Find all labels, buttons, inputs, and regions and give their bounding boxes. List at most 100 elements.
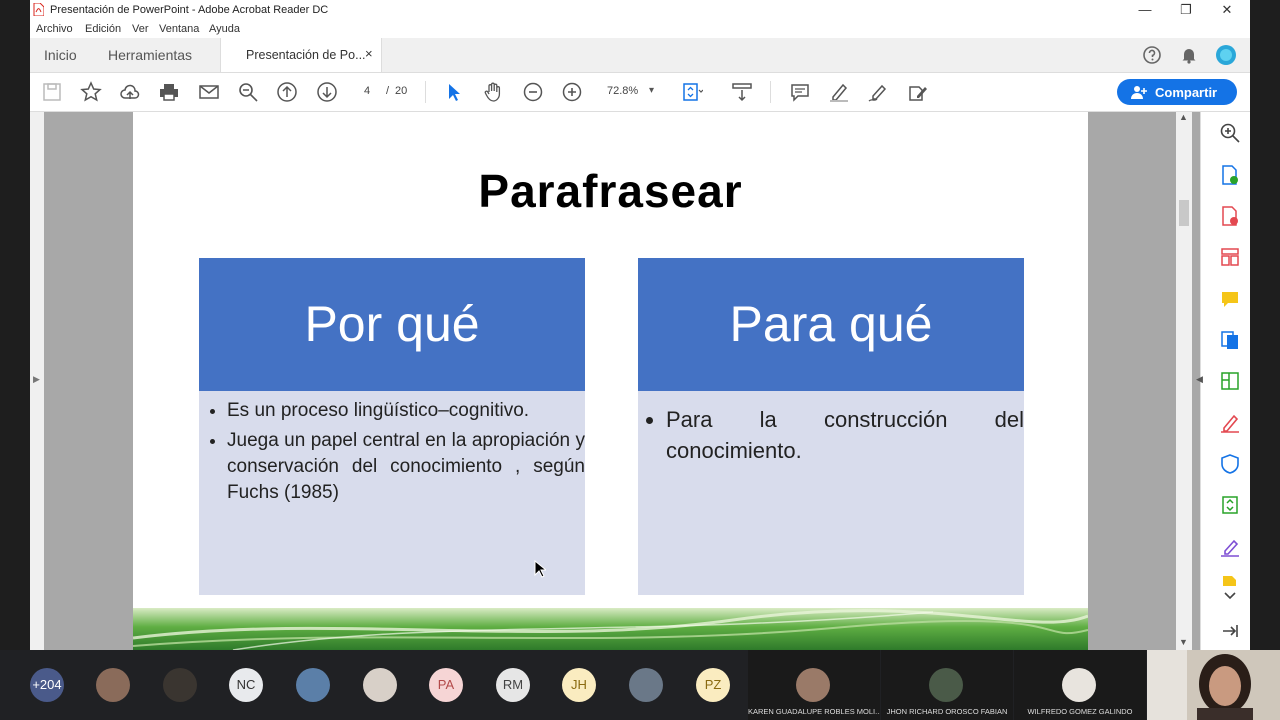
- chevron-down-icon[interactable]: [1219, 590, 1241, 602]
- search-icon[interactable]: [237, 81, 259, 103]
- avatar[interactable]: RM: [496, 668, 530, 702]
- page-number-input[interactable]: 4: [364, 85, 370, 97]
- toolbar: 4 / 20 72.8% ▾ Compartir: [30, 73, 1250, 112]
- participant-name: JHON RICHARD OROSCO FABIAN: [886, 707, 1008, 716]
- menu-archivo[interactable]: Archivo: [36, 23, 73, 35]
- request-signature-icon[interactable]: [1219, 536, 1241, 558]
- avatar[interactable]: [363, 668, 397, 702]
- highlight-pen-icon[interactable]: [828, 81, 850, 103]
- menu-edicion[interactable]: Edición: [85, 23, 121, 35]
- email-icon[interactable]: [198, 81, 220, 103]
- restore-button[interactable]: ❐: [1171, 1, 1201, 19]
- page-separator: /: [386, 85, 390, 97]
- zoom-level-select[interactable]: 72.8%: [607, 85, 638, 97]
- tab-close-button[interactable]: ×: [365, 46, 373, 61]
- share-button[interactable]: Compartir: [1117, 79, 1237, 105]
- collapse-right-pane-icon[interactable]: [1219, 620, 1241, 642]
- scroll-mode-icon[interactable]: [731, 81, 753, 103]
- combine-files-icon[interactable]: [1219, 329, 1241, 351]
- avatar: [929, 668, 963, 702]
- fill-and-sign-icon[interactable]: [1219, 412, 1241, 434]
- select-cursor-icon[interactable]: [443, 81, 465, 103]
- menu-ver[interactable]: Ver: [132, 23, 149, 35]
- fit-page-icon[interactable]: [681, 81, 704, 103]
- next-page-icon[interactable]: [316, 81, 338, 103]
- tab-home[interactable]: Inicio: [44, 47, 77, 63]
- edit-pdf-icon[interactable]: [1219, 370, 1241, 392]
- left-nav-pane[interactable]: ▶: [30, 112, 44, 650]
- participant-tile[interactable]: WILFREDO GOMEZ GALINDO: [1014, 650, 1146, 720]
- comment-icon[interactable]: [789, 81, 811, 103]
- protect-shield-icon[interactable]: [1219, 453, 1241, 475]
- account-avatar-icon[interactable]: [1215, 44, 1237, 66]
- organize-pages-icon[interactable]: [1219, 246, 1241, 268]
- participant-tile[interactable]: JHON RICHARD OROSCO FABIAN: [881, 650, 1013, 720]
- help-icon[interactable]: [1142, 45, 1162, 65]
- vertical-scrollbar[interactable]: ▲ ▼: [1176, 112, 1192, 650]
- scroll-up-icon[interactable]: ▲: [1179, 112, 1188, 122]
- slide-page: Parafrasear Por qué Es un proceso lingüí…: [133, 112, 1088, 650]
- hand-tool-icon[interactable]: [482, 81, 504, 103]
- cloud-upload-icon[interactable]: [119, 81, 141, 103]
- more-tools-icon[interactable]: [1219, 574, 1241, 586]
- zoom-search-icon[interactable]: [1219, 122, 1241, 144]
- zoom-in-icon[interactable]: [561, 81, 583, 103]
- compress-pdf-icon[interactable]: [1219, 494, 1241, 516]
- list-item: Juega un papel central en la apropiación…: [227, 428, 585, 506]
- scrollbar-thumb[interactable]: [1179, 200, 1189, 226]
- collapse-panel-icon[interactable]: ◀: [1196, 374, 1203, 385]
- window-title: Presentación de PowerPoint - Adobe Acrob…: [50, 4, 329, 16]
- menu-ventana[interactable]: Ventana: [159, 23, 199, 35]
- decorative-leaf-banner: [133, 608, 1088, 650]
- list-item: Es un proceso lingüístico–cognitivo.: [227, 398, 585, 424]
- close-window-button[interactable]: ✕: [1212, 1, 1242, 19]
- fill-sign-icon[interactable]: [907, 81, 929, 103]
- sign-icon[interactable]: [867, 81, 889, 103]
- self-camera-view[interactable]: [1147, 650, 1280, 720]
- card-para-que: Para qué Para la construcción del conoci…: [638, 258, 1024, 595]
- add-user-icon: [1131, 86, 1147, 99]
- menu-ayuda[interactable]: Ayuda: [209, 23, 240, 35]
- star-icon[interactable]: [80, 81, 102, 103]
- participant-name: KAREN GUADALUPE ROBLES MOLI...: [748, 707, 880, 716]
- tab-tools[interactable]: Herramientas: [108, 47, 192, 63]
- minimize-button[interactable]: —: [1130, 1, 1160, 19]
- avatar: [1062, 668, 1096, 702]
- card-por-que: Por qué Es un proceso lingüístico–cognit…: [199, 258, 585, 595]
- avatar[interactable]: [96, 668, 130, 702]
- zoom-dropdown-caret[interactable]: ▾: [649, 85, 654, 96]
- participant-overflow-count[interactable]: +204: [30, 668, 64, 702]
- acrobat-window: Presentación de PowerPoint - Adobe Acrob…: [30, 0, 1250, 650]
- expand-left-pane-icon[interactable]: ▶: [33, 374, 40, 385]
- tab-bar: Inicio Herramientas Presentación de Po..…: [30, 38, 1250, 73]
- zoom-out-icon[interactable]: [522, 81, 544, 103]
- document-viewer[interactable]: ▶ Parafrasear Por qué Es un proceso ling…: [30, 112, 1200, 650]
- toolbar-divider: [425, 81, 426, 103]
- avatar[interactable]: JH: [562, 668, 596, 702]
- avatar[interactable]: [163, 668, 197, 702]
- card-heading: Para qué: [638, 258, 1024, 391]
- avatar[interactable]: PA: [429, 668, 463, 702]
- avatar: [796, 668, 830, 702]
- participant-tile[interactable]: KAREN GUADALUPE ROBLES MOLI...: [748, 650, 880, 720]
- bell-icon[interactable]: [1179, 45, 1199, 65]
- avatar[interactable]: [296, 668, 330, 702]
- bullet-list: Es un proceso lingüístico–cognitivo. Jue…: [211, 398, 585, 510]
- page-total: 20: [395, 85, 408, 97]
- create-pdf-icon[interactable]: [1219, 205, 1241, 227]
- tab-document[interactable]: Presentación de Po... ×: [220, 38, 382, 72]
- previous-page-icon[interactable]: [276, 81, 298, 103]
- card-heading: Por qué: [199, 258, 585, 391]
- scroll-down-icon[interactable]: ▼: [1179, 637, 1188, 647]
- camera-person-figure: [1147, 650, 1280, 720]
- participant-name: WILFREDO GOMEZ GALINDO: [1027, 707, 1133, 716]
- toolbar-divider: [770, 81, 771, 103]
- save-icon[interactable]: [41, 81, 63, 103]
- menu-bar: Archivo Edición Ver Ventana Ayuda: [30, 20, 1250, 38]
- avatar[interactable]: [629, 668, 663, 702]
- avatar[interactable]: NC: [229, 668, 263, 702]
- comment-tool-icon[interactable]: [1219, 288, 1241, 310]
- export-pdf-icon[interactable]: [1219, 164, 1241, 186]
- avatar[interactable]: PZ: [696, 668, 730, 702]
- print-icon[interactable]: [158, 81, 180, 103]
